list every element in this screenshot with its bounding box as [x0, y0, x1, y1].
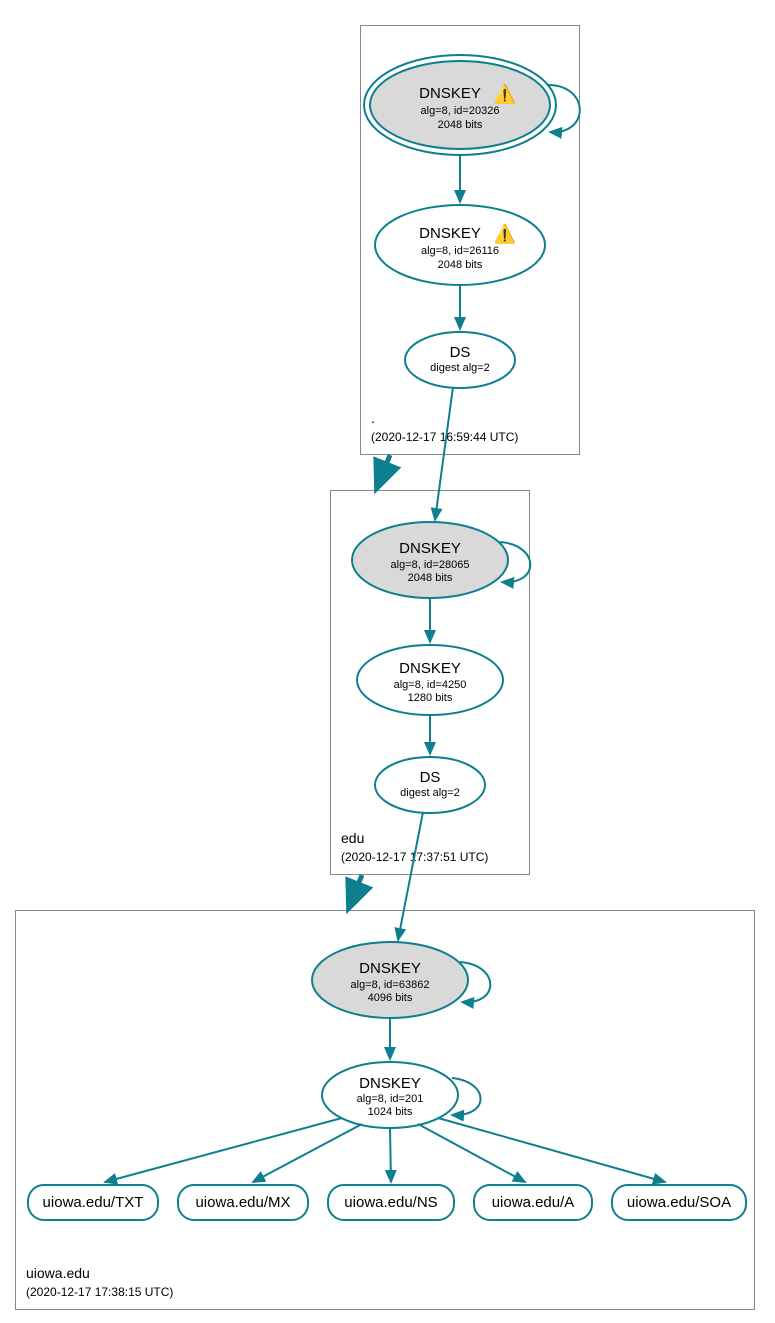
svg-text:digest alg=2: digest alg=2: [430, 362, 490, 374]
rr-a: uiowa.edu/A: [474, 1185, 592, 1220]
svg-text:alg=8, id=201: alg=8, id=201: [357, 1093, 424, 1105]
root-ds-title: DS: [450, 344, 471, 361]
edge-edu-to-uiowa-zone: [350, 875, 362, 905]
svg-text:1280 bits: 1280 bits: [408, 692, 453, 704]
edge-zsk-to-txt: [105, 1118, 342, 1182]
svg-text:alg=8, id=28065: alg=8, id=28065: [391, 559, 470, 571]
diagram-svg: DNSKEY ⚠️ alg=8, id=20326 2048 bits DNSK…: [0, 0, 775, 1323]
svg-text:alg=8, id=20326: alg=8, id=20326: [421, 105, 500, 117]
svg-text:uiowa.edu/A: uiowa.edu/A: [492, 1194, 575, 1211]
svg-text:DNSKEY: DNSKEY: [359, 1075, 421, 1092]
node-edu-ksk: DNSKEY alg=8, id=28065 2048 bits: [352, 522, 508, 598]
svg-text:1024 bits: 1024 bits: [368, 1106, 413, 1118]
root-ksk-title: DNSKEY: [419, 85, 481, 102]
root-ksk-bits: 2048 bits: [438, 119, 483, 131]
node-edu-zsk: DNSKEY alg=8, id=4250 1280 bits: [357, 645, 503, 715]
svg-text:DNSKEY: DNSKEY: [399, 540, 461, 557]
svg-text:alg=8, id=4250: alg=8, id=4250: [394, 679, 467, 691]
uiowa-ksk-title: DNSKEY: [359, 960, 421, 977]
svg-text:uiowa.edu/TXT: uiowa.edu/TXT: [43, 1194, 144, 1211]
svg-text:alg=8, id=63862: alg=8, id=63862: [351, 979, 430, 991]
uiowa-zsk-title: DNSKEY: [359, 1075, 421, 1092]
svg-text:DS: DS: [420, 769, 441, 786]
svg-text:DNSKEY: DNSKEY: [399, 660, 461, 677]
uiowa-ksk-alg: alg=8, id=63862: [351, 979, 430, 991]
edge-root-to-edu-zone: [378, 455, 390, 485]
rr-soa: uiowa.edu/SOA: [612, 1185, 746, 1220]
root-zsk-bits: 2048 bits: [438, 259, 483, 271]
svg-text:4096 bits: 4096 bits: [368, 992, 413, 1004]
edge-zsk-to-ns: [390, 1128, 391, 1182]
edu-ds-alg: digest alg=2: [400, 787, 460, 799]
svg-text:uiowa.edu/SOA: uiowa.edu/SOA: [627, 1194, 731, 1211]
edu-ksk-alg: alg=8, id=28065: [391, 559, 470, 571]
node-edu-ds: DS digest alg=2: [375, 757, 485, 813]
svg-text:DNSKEY: DNSKEY: [419, 85, 481, 102]
svg-text:DNSKEY: DNSKEY: [419, 225, 481, 242]
svg-text:DS: DS: [450, 344, 471, 361]
root-zsk-alg: alg=8, id=26116: [421, 245, 499, 257]
svg-text:uiowa.edu/MX: uiowa.edu/MX: [195, 1194, 290, 1211]
edge-ds-to-edu-ksk: [435, 387, 453, 520]
warning-icon: ⚠️: [494, 83, 516, 104]
edge-ds-to-uiowa-ksk: [398, 812, 423, 940]
edge-zsk-to-soa: [438, 1118, 665, 1182]
edge-zsk-to-a: [418, 1124, 525, 1182]
edu-ksk-bits: 2048 bits: [408, 572, 453, 584]
rr-ns: uiowa.edu/NS: [328, 1185, 454, 1220]
svg-text:DNSKEY: DNSKEY: [359, 960, 421, 977]
edu-ds-title: DS: [420, 769, 441, 786]
svg-text:2048 bits: 2048 bits: [438, 119, 483, 131]
uiowa-zsk-bits: 1024 bits: [368, 1106, 413, 1118]
svg-text:2048 bits: 2048 bits: [408, 572, 453, 584]
svg-text:digest alg=2: digest alg=2: [400, 787, 460, 799]
node-root-ds: DS digest alg=2: [405, 332, 515, 388]
node-root-zsk: DNSKEY ⚠️ alg=8, id=26116 2048 bits: [375, 205, 545, 285]
root-ksk-alg: alg=8, id=20326: [421, 105, 500, 117]
edu-zsk-alg: alg=8, id=4250: [394, 679, 467, 691]
edu-zsk-bits: 1280 bits: [408, 692, 453, 704]
rr-mx: uiowa.edu/MX: [178, 1185, 308, 1220]
root-ds-alg: digest alg=2: [430, 362, 490, 374]
svg-text:2048 bits: 2048 bits: [438, 259, 483, 271]
edu-zsk-title: DNSKEY: [399, 660, 461, 677]
node-uiowa-ksk: DNSKEY alg=8, id=63862 4096 bits: [312, 942, 468, 1018]
svg-text:uiowa.edu/NS: uiowa.edu/NS: [344, 1194, 437, 1211]
root-zsk-title: DNSKEY: [419, 225, 481, 242]
node-root-ksk: DNSKEY ⚠️ alg=8, id=20326 2048 bits: [364, 55, 556, 155]
edu-ksk-title: DNSKEY: [399, 540, 461, 557]
svg-text:alg=8, id=26116: alg=8, id=26116: [421, 245, 499, 257]
warning-icon: ⚠️: [494, 223, 516, 244]
uiowa-ksk-bits: 4096 bits: [368, 992, 413, 1004]
rr-txt: uiowa.edu/TXT: [28, 1185, 158, 1220]
uiowa-zsk-alg: alg=8, id=201: [357, 1093, 424, 1105]
node-uiowa-zsk: DNSKEY alg=8, id=201 1024 bits: [322, 1062, 458, 1128]
edge-zsk-to-mx: [253, 1124, 362, 1182]
